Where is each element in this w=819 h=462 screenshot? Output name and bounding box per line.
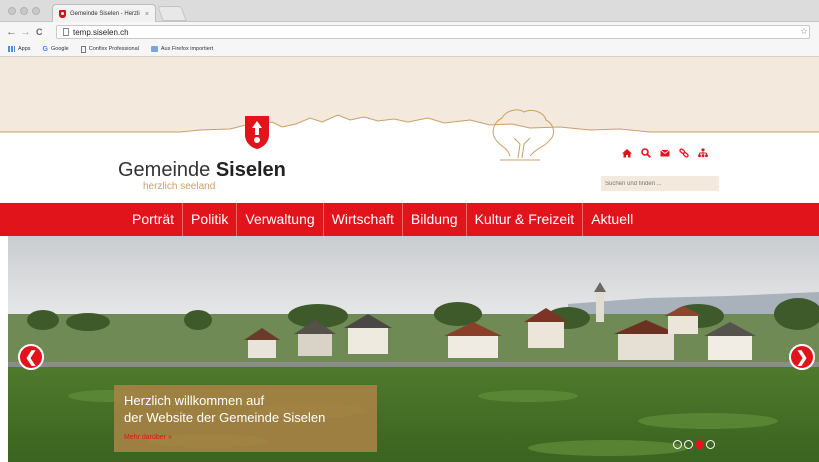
bookmark-apps[interactable]: Apps [8,46,31,52]
url-field[interactable]: temp.siselen.ch [56,25,810,39]
welcome-headline-line1: Herzlich willkommen auf [124,393,265,408]
home-icon[interactable] [622,148,632,158]
minimize-window-button[interactable] [20,7,28,15]
site-title[interactable]: Gemeinde Siselen [118,159,286,182]
coat-of-arms-icon [245,116,269,149]
address-bar: ← → C temp.siselen.ch ☆ [0,22,819,42]
forward-button[interactable]: → [20,25,31,39]
welcome-box: Herzlich willkommen auf der Website der … [114,385,377,452]
more-link[interactable]: Mehr darüber » [124,434,172,441]
tab-title: Gemeinde Siselen - Herzli [70,11,140,17]
slider-prev-button[interactable]: ❮ [18,344,44,370]
nav-item-kultur-freizeit[interactable]: Kultur & Freizeit [467,203,584,236]
welcome-headline-line2: der Website der Gemeinde Siselen [124,410,326,425]
close-window-button[interactable] [8,7,16,15]
bookmark-star-icon[interactable]: ☆ [800,26,808,37]
sitemap-icon[interactable] [698,148,708,158]
main-navigation: Porträt Politik Verwaltung Wirtschaft Bi… [0,203,819,236]
slide-dot-1[interactable] [673,440,682,449]
slide-dot-3[interactable] [695,440,704,449]
new-tab-button[interactable] [157,6,187,21]
nav-item-politik[interactable]: Politik [183,203,238,236]
browser-tab-bar: Gemeinde Siselen - Herzli × [0,0,819,23]
site-title-bold: Siselen [215,159,286,181]
maximize-window-button[interactable] [32,7,40,15]
document-icon [80,45,86,53]
link-icon[interactable] [679,148,689,158]
folder-icon [150,46,158,52]
slide-dot-4[interactable] [706,440,715,449]
apps-icon [8,46,15,52]
header-icon-bar [622,148,708,158]
bookmark-label: Apps [18,46,31,52]
search-icon[interactable] [641,148,651,158]
slider-next-button[interactable]: ❯ [789,344,815,370]
favicon-icon [59,10,66,18]
browser-tab[interactable]: Gemeinde Siselen - Herzli × [52,4,156,23]
nav-item-portraet[interactable]: Porträt [124,203,184,236]
nav-item-wirtschaft[interactable]: Wirtschaft [324,203,403,236]
slide-dot-2[interactable] [684,440,693,449]
url-text: temp.siselen.ch [73,27,129,37]
bookmark-label: Aus Firefox importiert [160,46,214,52]
nav-item-bildung[interactable]: Bildung [403,203,467,236]
site-tagline: herzlich seeland [143,181,216,192]
search-input[interactable] [601,176,719,191]
bookmark-label: Confixx Professional [88,46,139,52]
page-icon [63,28,69,36]
google-icon: G [42,45,48,53]
bookmark-confixx[interactable]: Confixx Professional [80,45,139,53]
back-button[interactable]: ← [6,25,17,39]
nav-item-aktuell[interactable]: Aktuell [583,203,641,236]
reload-button[interactable]: C [36,25,43,39]
bookmark-label: Google [51,46,69,52]
bookmarks-bar: Apps G Google Confixx Professional Aus Fi… [0,42,819,57]
slider-pagination [673,440,715,449]
bookmark-google[interactable]: G Google [43,46,69,53]
tab-close-button[interactable]: × [145,11,149,18]
site-title-regular: Gemeinde [118,159,216,181]
mail-icon[interactable] [660,148,670,158]
nav-item-verwaltung[interactable]: Verwaltung [237,203,324,236]
bookmark-firefox-folder[interactable]: Aus Firefox importiert [150,46,214,52]
